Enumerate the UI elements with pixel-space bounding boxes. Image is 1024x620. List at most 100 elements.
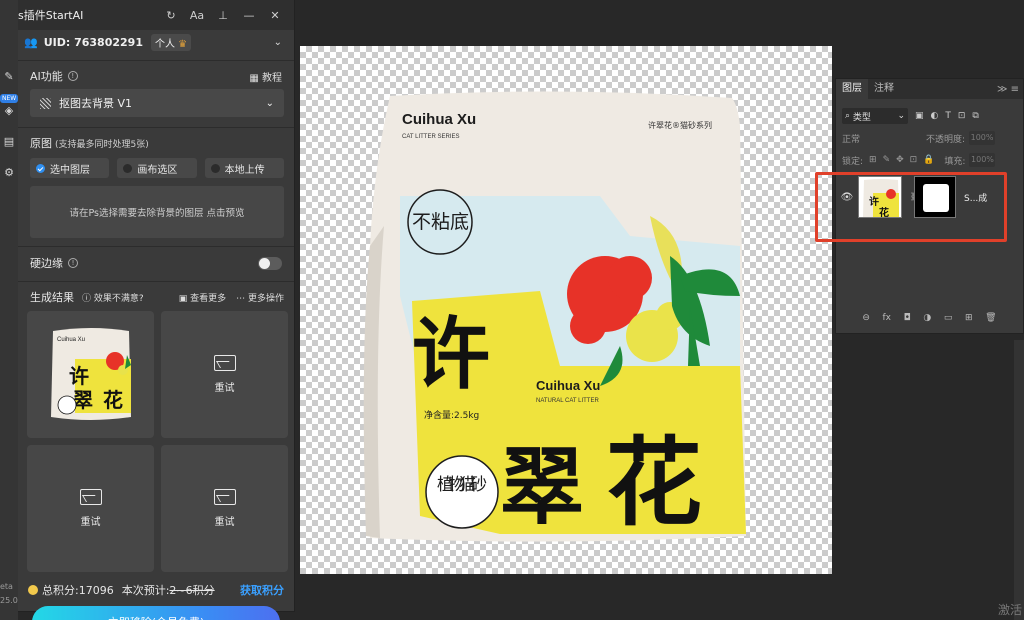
gear-icon[interactable]: ⚙	[2, 166, 16, 180]
hard-edge-toggle[interactable]	[258, 256, 282, 270]
results-grid: Cuihua Xu 许 翠 花 重试 重试 重试	[18, 311, 294, 572]
right-panel-edge	[1014, 340, 1024, 620]
brand-sub-text: CAT LITTER SERIES	[402, 134, 459, 140]
filter-icons: ▣ ◐ T ⊡ ⧉	[908, 111, 979, 121]
crown-icon: ♛	[178, 38, 188, 50]
text-filter-icon[interactable]: T	[945, 111, 951, 121]
shape-filter-icon[interactable]: ⊡	[958, 111, 966, 121]
chevron-down-icon[interactable]: ⌄	[274, 37, 282, 48]
fill-input[interactable]: 100%	[969, 153, 996, 167]
more-actions-button[interactable]: ⋯ 更多操作	[236, 291, 284, 304]
retry-label: 重试	[214, 517, 235, 528]
broken-image-icon	[213, 355, 236, 371]
ai-feature-select[interactable]: 抠图去背景 V1 ⌄	[30, 89, 284, 117]
remove-background-button[interactable]: 立即移除(会员免费)	[32, 606, 280, 620]
close-icon[interactable]: ✕	[262, 9, 288, 22]
grid-icon: ▣	[178, 293, 188, 304]
retry-slot[interactable]: 重试	[27, 445, 154, 572]
broken-image-icon	[79, 489, 102, 505]
panel-collapse-icon[interactable]: ≫ ≡	[997, 84, 1023, 95]
group-folder-icon[interactable]: ▭	[944, 313, 953, 327]
brush-icon[interactable]: ✎	[2, 70, 16, 84]
brand-text: Cuihua Xu	[402, 111, 476, 128]
chevron-down-icon: ⌄	[265, 97, 274, 109]
blend-row: 正常 不透明度: 100%	[836, 127, 1023, 149]
font-size-icon[interactable]: Aa	[184, 9, 210, 22]
tab-comments[interactable]: 注释	[868, 79, 900, 99]
get-points-link[interactable]: 获取积分	[240, 582, 284, 598]
info-icon[interactable]: !	[67, 71, 78, 81]
more-icon: ⋯	[236, 293, 246, 304]
svg-text:许: 许	[69, 364, 89, 388]
link-layers-icon[interactable]: ⊖	[862, 313, 870, 327]
opacity-label: 不透明度:	[926, 134, 966, 145]
results-header: 生成结果 ⓘ 效果不满意? ▣ 查看更多 ⋯ 更多操作	[18, 288, 294, 306]
ai-feature-value: 抠图去背景 V1	[59, 97, 133, 110]
net-weight-text: 净含量:2.5kg	[424, 409, 479, 421]
account-row[interactable]: 👥 UID: 763802291 个人 ♛ ⌄	[18, 30, 294, 54]
hard-edge-row: 硬边缘 !	[18, 253, 294, 273]
image-filter-icon[interactable]: ▣	[915, 111, 924, 121]
red-highlight-box	[815, 172, 1007, 242]
product-bag-image: Cuihua Xu CAT LITTER SERIES 许翠花®猫砂系列 不粘底…	[363, 91, 746, 542]
fill-label: 填充:	[944, 156, 966, 167]
activation-watermark: 激活	[997, 603, 1022, 617]
new-badge: NEW	[0, 94, 19, 103]
refresh-icon[interactable]: ↻	[158, 9, 184, 22]
source-option-selected-layer[interactable]: 选中图层	[30, 158, 110, 178]
view-more-button[interactable]: ▣ 查看更多	[179, 291, 226, 304]
estimate-label: 本次预计:	[121, 584, 170, 597]
blend-mode-select[interactable]: 正常	[842, 132, 908, 145]
opacity-input[interactable]: 100%	[969, 131, 996, 145]
badge-text: 不粘底	[412, 211, 469, 233]
tutorial-link[interactable]: ▦ 教程	[249, 69, 282, 84]
plugin-title: s插件StartAI	[18, 9, 84, 22]
source-row: 原图 (支持最多同时处理5张)	[18, 134, 294, 152]
adjustment-filter-icon[interactable]: ◐	[931, 111, 939, 121]
ai-feature-row: AI功能 ! ▦ 教程	[18, 67, 294, 85]
retry-label: 重试	[214, 383, 235, 394]
new-layer-icon[interactable]: ⊞	[965, 313, 973, 327]
search-icon: ⌕	[845, 111, 851, 121]
estimate-value: 2~6积分	[169, 584, 215, 597]
layers-stack-icon[interactable]: ◈	[2, 104, 16, 118]
minimize-icon[interactable]: —	[236, 9, 262, 22]
retry-slot[interactable]: 重试	[161, 445, 288, 572]
adjustment-layer-icon[interactable]: ◑	[923, 313, 931, 327]
layers-tabs: 图层 注释 ≫ ≡	[836, 79, 1023, 99]
source-option-canvas-selection[interactable]: 画布选区	[117, 158, 197, 178]
fx-icon[interactable]: fx	[882, 313, 891, 327]
not-satisfied-link[interactable]: ⓘ 效果不满意?	[82, 291, 144, 304]
svg-text:Cuihua Xu: Cuihua Xu	[57, 337, 85, 343]
info-icon: ⓘ	[82, 293, 92, 304]
broken-image-icon	[213, 489, 236, 505]
smart-filter-icon[interactable]: ⧉	[972, 111, 978, 121]
coin-icon	[28, 585, 38, 595]
retry-slot[interactable]: 重试	[161, 311, 288, 438]
info-icon[interactable]: !	[68, 258, 78, 268]
layer-filter-row: ⌕ 类型 ⌄ ▣ ◐ T ⊡ ⧉	[836, 105, 1023, 127]
source-option-local-upload[interactable]: 本地上传	[204, 158, 284, 178]
add-mask-icon[interactable]: ◘	[904, 313, 911, 327]
filter-type-select[interactable]: ⌕ 类型 ⌄	[842, 108, 908, 124]
result-thumbnail[interactable]: Cuihua Xu 许 翠 花	[27, 311, 154, 438]
startai-plugin-panel: s插件StartAI ↻ Aa ⊥ — ✕ 👥 UID: 763802291 个…	[18, 0, 295, 620]
preview-area[interactable]: 请在Ps选择需要去除背景的图层 点击预览	[30, 186, 284, 238]
lock-row: 锁定: ⊞✎✥⊡🔒 填充: 100%	[836, 149, 1023, 171]
document-icon[interactable]: ▤	[2, 135, 16, 149]
circle-text: 植物猫砂	[437, 475, 487, 495]
pin-icon[interactable]: ⊥	[210, 9, 236, 22]
layers-footer: ⊖ fx ◘ ◑ ▭ ⊞ 🗑	[836, 313, 1023, 327]
source-hint: (支持最多同时处理5张)	[55, 139, 149, 150]
big-char-2: 翠	[500, 438, 584, 536]
cutout-icon	[40, 97, 51, 109]
svg-text:花: 花	[103, 388, 123, 412]
results-label: 生成结果	[30, 291, 74, 304]
retry-label: 重试	[80, 517, 101, 528]
document-canvas[interactable]: Cuihua Xu CAT LITTER SERIES 许翠花®猫砂系列 不粘底…	[300, 46, 832, 574]
big-char-3: 花	[606, 427, 702, 539]
points-row: 总积分:17096 本次预计: 2~6积分 获取积分	[18, 582, 294, 598]
lock-icons[interactable]: ⊞✎✥⊡🔒	[869, 155, 940, 165]
trash-icon[interactable]: 🗑	[985, 313, 996, 327]
tab-layers[interactable]: 图层	[836, 79, 868, 99]
